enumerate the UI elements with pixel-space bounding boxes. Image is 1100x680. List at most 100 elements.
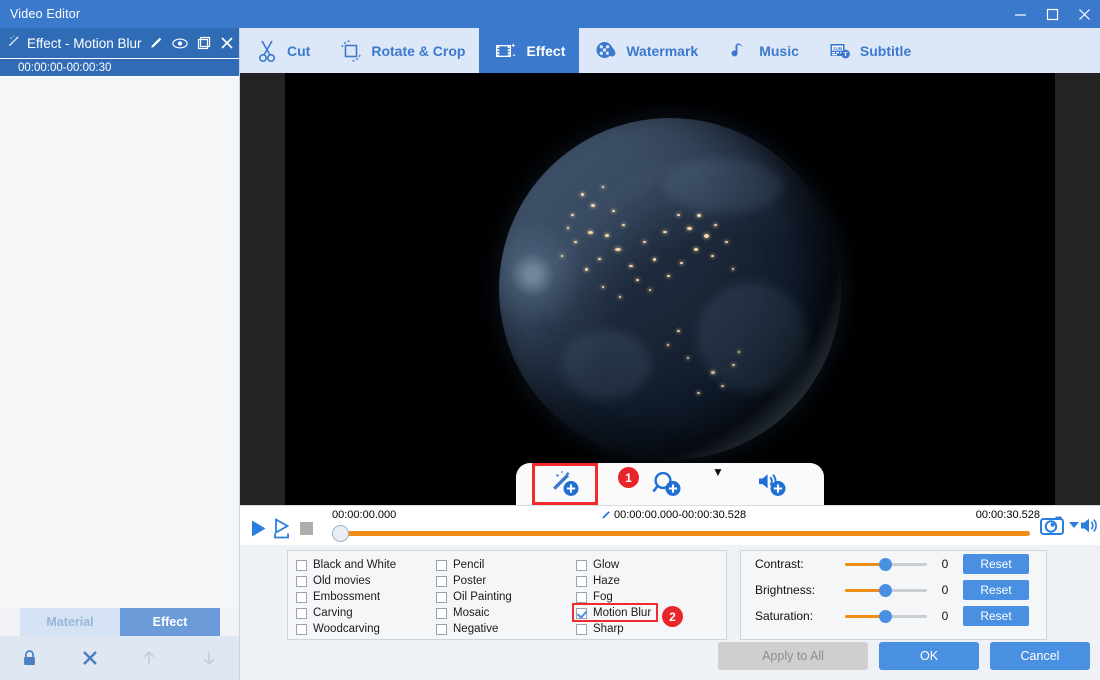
play-selection-button[interactable] (272, 518, 294, 540)
effect-checkbox[interactable] (576, 591, 587, 603)
dialog-action-buttons: Apply to All OK Cancel (718, 642, 1090, 670)
contrast-slider-knob[interactable] (879, 558, 892, 571)
effect-label: Fog (593, 591, 613, 603)
ok-button[interactable]: OK (879, 642, 979, 670)
transport-bar: 00:00:00.000 00:00:00.000-00:00:30.528 0… (240, 505, 1100, 545)
effect-checkbox[interactable] (296, 559, 307, 571)
sidebar-tab-material-label: Material (46, 615, 94, 629)
tab-music[interactable]: Music (712, 28, 813, 73)
video-canvas[interactable]: ▼ 1 (285, 73, 1055, 505)
effect-checkbox[interactable] (296, 575, 307, 587)
effect-checkbox-motion-blur[interactable] (576, 607, 587, 619)
snapshot-camera-icon[interactable] (1040, 515, 1066, 537)
bottom-panel: Black and White Old movies Embossment Ca… (240, 545, 1100, 680)
effect-checkbox[interactable] (296, 591, 307, 603)
saturation-label: Saturation: (755, 609, 814, 623)
volume-icon[interactable] (1080, 516, 1100, 535)
effect-label: Haze (593, 575, 620, 587)
adjustment-row-saturation: Saturation: 0 Reset (741, 603, 1046, 629)
timeline-scrubber-handle[interactable] (332, 525, 349, 542)
effect-label: Mosaic (453, 607, 490, 619)
brightness-reset-button[interactable]: Reset (963, 580, 1029, 600)
effect-checkbox[interactable] (576, 559, 587, 571)
effect-row[interactable]: Old movies (296, 573, 436, 589)
effect-checkbox[interactable] (436, 575, 447, 587)
tab-effect[interactable]: Effect (479, 28, 580, 73)
tab-cut[interactable]: Cut (240, 28, 324, 73)
close-icon[interactable] (220, 36, 234, 50)
effects-checkbox-panel: Black and White Old movies Embossment Ca… (287, 550, 727, 640)
tab-watermark[interactable]: Watermark (579, 28, 712, 73)
add-audio-button[interactable] (736, 464, 808, 504)
lock-icon[interactable] (0, 649, 60, 667)
effect-checkbox[interactable] (436, 591, 447, 603)
brightness-slider[interactable] (845, 583, 927, 597)
effect-checkbox[interactable] (576, 575, 587, 587)
stop-button[interactable] (300, 522, 313, 535)
effect-row[interactable]: Pencil (436, 557, 576, 573)
tab-subtitle-label: Subtitle (859, 42, 912, 59)
clip-range-row[interactable]: 00:00:00-00:00:30 (0, 58, 239, 76)
effect-row[interactable]: Woodcarving (296, 621, 436, 637)
effect-row[interactable]: Embossment (296, 589, 436, 605)
saturation-reset-button[interactable]: Reset (963, 606, 1029, 626)
maximize-button[interactable] (1036, 0, 1068, 28)
contrast-slider[interactable] (845, 557, 927, 571)
effect-row-motion-blur[interactable]: Motion Blur (572, 603, 716, 622)
svg-text:T: T (843, 52, 847, 58)
apply-to-all-button[interactable]: Apply to All (718, 642, 868, 670)
effect-row[interactable]: Black and White (296, 557, 436, 573)
magic-wand-icon (6, 34, 21, 52)
tab-rotate-crop-label: Rotate & Crop (371, 42, 466, 59)
move-up-arrow-icon[interactable] (120, 649, 180, 667)
effect-checkbox[interactable] (576, 623, 587, 635)
tab-rotate-crop[interactable]: Rotate & Crop (324, 28, 479, 73)
effect-row[interactable]: Poster (436, 573, 576, 589)
effect-checkbox[interactable] (296, 623, 307, 635)
effect-row[interactable]: Negative (436, 621, 576, 637)
play-button[interactable] (249, 519, 268, 538)
saturation-slider[interactable] (845, 609, 927, 623)
effect-row[interactable]: Sharp (576, 621, 716, 637)
timeline-progress-track[interactable] (340, 531, 1030, 536)
tab-music-label: Music (759, 42, 799, 59)
effect-checkbox[interactable] (436, 559, 447, 571)
effect-row[interactable]: Mosaic (436, 605, 576, 621)
tab-watermark-label: Watermark (626, 42, 699, 59)
eye-preview-icon[interactable] (171, 37, 188, 50)
close-button[interactable] (1068, 0, 1100, 28)
effect-checkbox[interactable] (436, 623, 447, 635)
sidebar-tab-effect[interactable]: Effect (120, 608, 220, 636)
cancel-button[interactable]: Cancel (990, 642, 1090, 670)
tab-subtitle[interactable]: SUB T Subtitle (813, 28, 925, 73)
step-badge-2: 2 (662, 606, 683, 627)
effect-checkbox[interactable] (436, 607, 447, 619)
copy-duplicate-icon[interactable] (197, 36, 211, 50)
effect-label: Carving (313, 607, 353, 619)
move-down-arrow-icon[interactable] (179, 649, 239, 667)
effect-row[interactable]: Carving (296, 605, 436, 621)
effect-checkbox[interactable] (296, 607, 307, 619)
watermark-droplet-icon (593, 38, 619, 64)
effect-row[interactable]: Glow (576, 557, 716, 573)
sidebar-list-area[interactable] (0, 76, 239, 608)
film-sparkle-icon (493, 38, 519, 64)
window-controls (1004, 0, 1100, 28)
brightness-slider-knob[interactable] (879, 584, 892, 597)
snapshot-dropdown-arrow-icon[interactable] (1069, 521, 1079, 529)
sidebar-tab-material[interactable]: Material (20, 608, 120, 636)
effect-row[interactable]: Oil Painting (436, 589, 576, 605)
add-effect-button[interactable] (532, 463, 599, 505)
edit-pencil-icon[interactable] (148, 36, 163, 51)
chevron-down-icon[interactable]: ▼ (712, 466, 724, 478)
delete-x-icon[interactable] (60, 649, 120, 667)
minimize-button[interactable] (1004, 0, 1036, 28)
current-time-label: 00:00:00.000 (332, 509, 397, 521)
selection-range-label: 00:00:00.000-00:00:30.528 (614, 509, 747, 521)
effect-row[interactable]: Haze (576, 573, 716, 589)
sidebar-toolbar (0, 636, 239, 680)
contrast-reset-button[interactable]: Reset (963, 554, 1029, 574)
add-zoom-button[interactable] (631, 464, 703, 504)
saturation-slider-knob[interactable] (879, 610, 892, 623)
adjustments-panel: Contrast: 0 Reset Brightness: 0 Reset Sa… (740, 550, 1047, 640)
